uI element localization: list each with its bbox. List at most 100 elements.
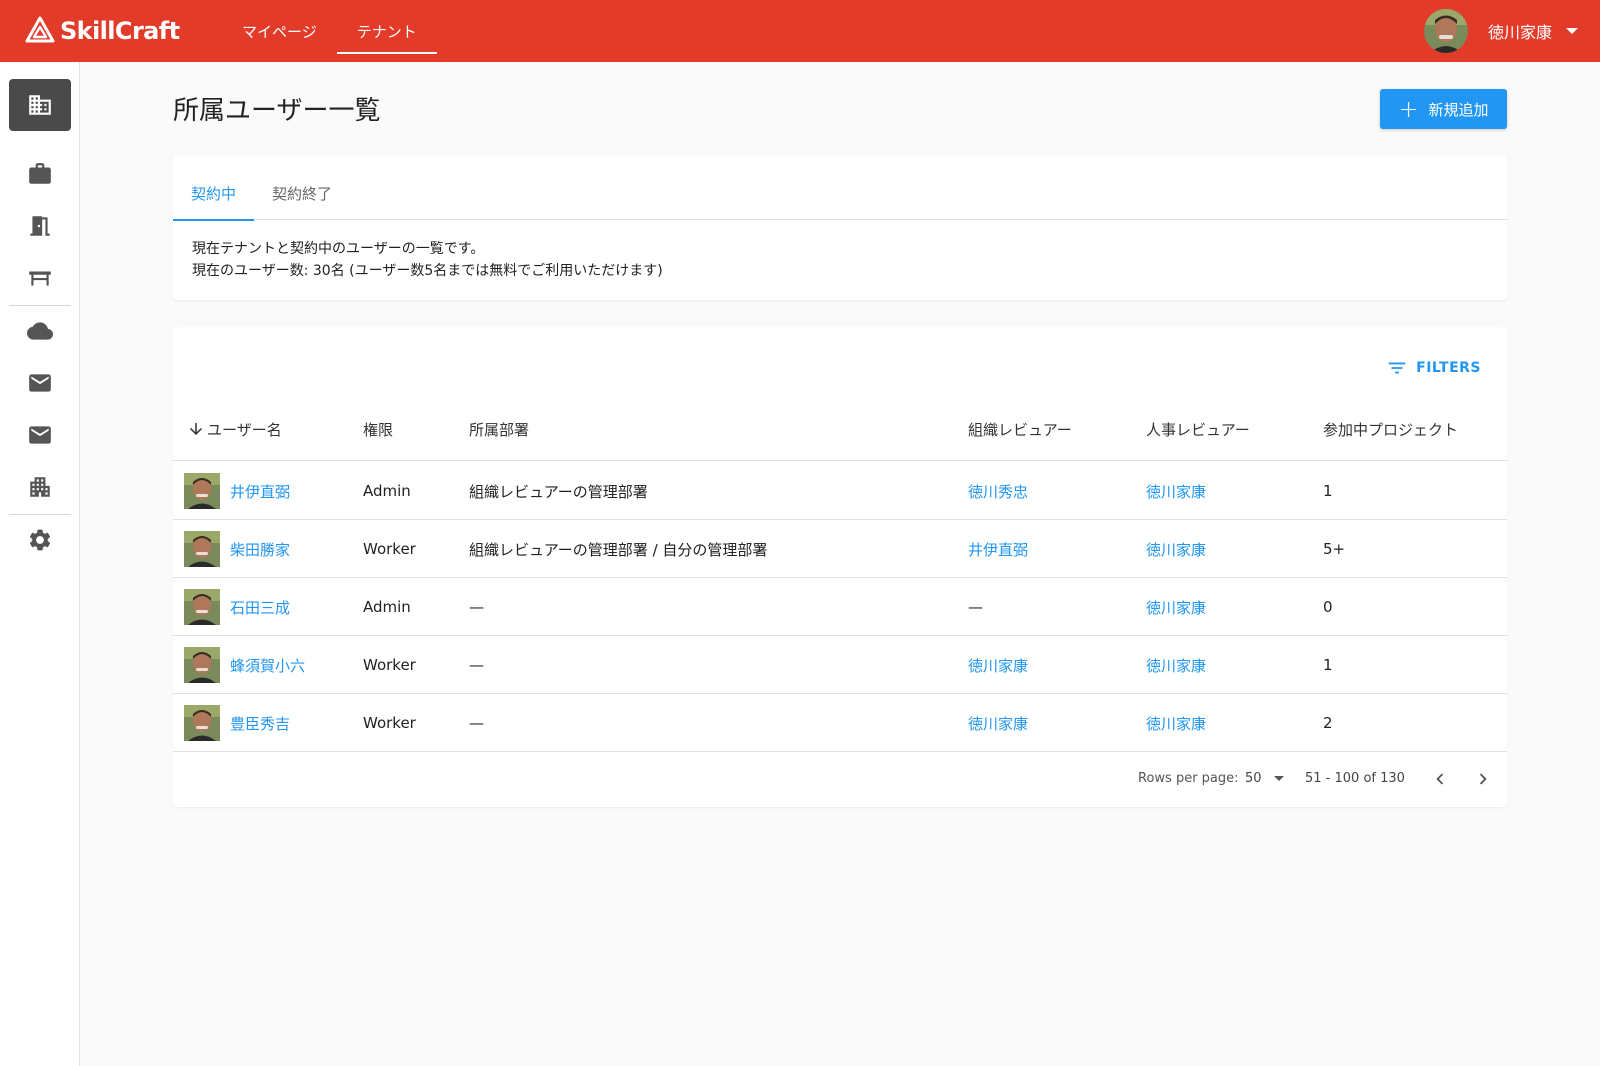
description: 現在テナントと契約中のユーザーの一覧です。 現在のユーザー数: 30名 (ユーザ… xyxy=(192,238,663,282)
cell-org-reviewer: — xyxy=(968,598,983,616)
cell-org-reviewer[interactable]: 徳川秀忠 xyxy=(968,462,1028,520)
sidebar-item-mail-2[interactable] xyxy=(9,409,71,461)
tab-active-contracts[interactable]: 契約中 xyxy=(173,156,255,221)
filters-button[interactable]: FILTERS xyxy=(1386,357,1481,379)
contract-tabs: 契約中 契約終了 xyxy=(173,156,1507,221)
column-header-hr-reviewer[interactable]: 人事レビュアー xyxy=(1146,397,1250,461)
user-name-link[interactable]: 豊臣秀吉 xyxy=(230,713,290,734)
avatar xyxy=(184,647,220,683)
table-header: ユーザー名 権限 所属部署 組織レビュアー 人事レビュアー 参加中プロジェクト xyxy=(173,397,1507,461)
cell-department: — xyxy=(469,656,484,674)
add-new-button[interactable]: + 新規追加 xyxy=(1380,89,1507,129)
user-menu[interactable]: 徳川家康 xyxy=(1423,0,1578,62)
gear-icon xyxy=(29,529,51,551)
column-header-department[interactable]: 所属部署 xyxy=(469,397,529,461)
pagination: Rows per page: 50 51 - 100 of 130 xyxy=(173,751,1507,807)
chevron-down-icon xyxy=(1273,776,1284,781)
user-name-link[interactable]: 井伊直弼 xyxy=(230,481,290,502)
user-name-link[interactable]: 柴田勝家 xyxy=(230,539,290,560)
cell-org-reviewer[interactable]: 徳川家康 xyxy=(968,636,1028,694)
add-new-button-label: 新規追加 xyxy=(1428,100,1489,119)
nav-tab-tenant[interactable]: テナント xyxy=(336,0,437,62)
avatar xyxy=(184,473,220,509)
cell-department: 組織レビュアーの管理部署 / 自分の管理部署 xyxy=(469,540,768,559)
cell-projects: 1 xyxy=(1323,482,1333,500)
cell-username: 井伊直弼 xyxy=(184,462,290,520)
column-header-role[interactable]: 権限 xyxy=(363,397,393,461)
briefcase-icon xyxy=(29,163,51,184)
cell-role: Worker xyxy=(363,714,416,732)
cloud-icon xyxy=(27,322,53,340)
table-row[interactable]: 豊臣秀吉 Worker — 徳川家康 徳川家康 2 xyxy=(173,694,1507,752)
sidebar xyxy=(0,62,80,1066)
arrow-down-icon xyxy=(190,423,202,435)
cell-projects: 1 xyxy=(1323,656,1333,674)
chevron-left-icon xyxy=(1436,773,1444,785)
contract-info-card: 契約中 契約終了 現在テナントと契約中のユーザーの一覧です。 現在のユーザー数:… xyxy=(173,156,1507,300)
table-row[interactable]: 井伊直弼 Admin 組織レビュアーの管理部署 徳川秀忠 徳川家康 1 xyxy=(173,462,1507,520)
sidebar-item-buildings[interactable] xyxy=(9,461,71,513)
cell-hr-reviewer[interactable]: 徳川家康 xyxy=(1146,636,1206,694)
desk-icon xyxy=(29,271,51,286)
table-row[interactable]: 石田三成 Admin — — 徳川家康 0 xyxy=(173,578,1507,636)
avatar xyxy=(184,589,220,625)
chevron-down-icon[interactable] xyxy=(1566,28,1578,34)
cell-role: Worker xyxy=(363,656,416,674)
skillcraft-logo[interactable]: SkillCraft xyxy=(24,15,192,47)
sidebar-item-rooms[interactable] xyxy=(9,200,71,252)
cell-hr-reviewer[interactable]: 徳川家康 xyxy=(1146,520,1206,578)
page-title: 所属ユーザー一覧 xyxy=(173,96,381,126)
cell-hr-reviewer[interactable]: 徳川家康 xyxy=(1146,694,1206,752)
cell-hr-reviewer[interactable]: 徳川家康 xyxy=(1146,578,1206,636)
table-row[interactable]: 柴田勝家 Worker 組織レビュアーの管理部署 / 自分の管理部署 井伊直弼 徳川家康… xyxy=(173,520,1507,578)
rows-per-page-select[interactable]: 50 xyxy=(1245,771,1284,786)
cell-org-reviewer[interactable]: 徳川家康 xyxy=(968,694,1028,752)
user-table-card: FILTERS ユーザー名 権限 所属部署 組織レビュアー 人事レビュアー 参加… xyxy=(173,327,1507,807)
sidebar-item-desks[interactable] xyxy=(9,252,71,304)
column-header-org-reviewer[interactable]: 組織レビュアー xyxy=(968,397,1072,461)
cell-role: Admin xyxy=(363,598,411,616)
logo-icon xyxy=(25,16,55,43)
tab-ended-contracts[interactable]: 契約終了 xyxy=(254,156,350,220)
column-header-projects[interactable]: 参加中プロジェクト xyxy=(1323,397,1458,461)
user-name-link[interactable]: 石田三成 xyxy=(230,597,290,618)
top-nav: マイページ テナント xyxy=(222,0,437,62)
cell-projects: 2 xyxy=(1323,714,1333,732)
previous-page-button[interactable] xyxy=(1425,764,1455,794)
nav-tab-mypage[interactable]: マイページ xyxy=(222,0,337,62)
sidebar-item-settings[interactable] xyxy=(9,514,71,566)
domain-icon xyxy=(29,95,51,115)
cell-projects: 0 xyxy=(1323,598,1333,616)
logo-text: SkillCraft xyxy=(60,17,180,45)
app-header: SkillCraft マイページ テナント 徳川家康 xyxy=(0,0,1600,62)
filters-label: FILTERS xyxy=(1416,360,1481,376)
description-line-1: 現在テナントと契約中のユーザーの一覧です。 xyxy=(192,241,485,257)
sidebar-item-projects[interactable] xyxy=(9,148,71,200)
cell-department: — xyxy=(469,598,484,616)
user-name-link[interactable]: 蜂須賀小六 xyxy=(230,655,305,676)
mail-icon xyxy=(29,426,51,444)
avatar[interactable] xyxy=(1423,9,1468,53)
filter-list-icon xyxy=(1388,362,1406,374)
column-header-username[interactable]: ユーザー名 xyxy=(187,397,282,461)
plus-icon: + xyxy=(1398,95,1419,123)
sidebar-item-cloud[interactable] xyxy=(9,305,71,357)
mail-icon xyxy=(29,374,51,392)
sidebar-item-mail[interactable] xyxy=(9,357,71,409)
table-row[interactable]: 蜂須賀小六 Worker — 徳川家康 徳川家康 1 xyxy=(173,636,1507,694)
page-range: 51 - 100 of 130 xyxy=(1305,771,1405,786)
cell-department: 組織レビュアーの管理部署 xyxy=(469,482,648,501)
rows-per-page-label: Rows per page: xyxy=(1138,771,1239,786)
cell-hr-reviewer[interactable]: 徳川家康 xyxy=(1146,462,1206,520)
cell-username: 豊臣秀吉 xyxy=(184,694,290,752)
chevron-right-icon xyxy=(1479,773,1487,785)
next-page-button[interactable] xyxy=(1468,764,1498,794)
door-icon xyxy=(30,216,50,236)
rows-per-page-value: 50 xyxy=(1245,771,1262,786)
cell-department: — xyxy=(469,714,484,732)
apartment-icon xyxy=(30,477,50,497)
sidebar-item-tenant[interactable] xyxy=(9,79,71,131)
cell-org-reviewer[interactable]: 井伊直弼 xyxy=(968,520,1028,578)
cell-username: 柴田勝家 xyxy=(184,520,290,578)
cell-username: 石田三成 xyxy=(184,578,290,636)
